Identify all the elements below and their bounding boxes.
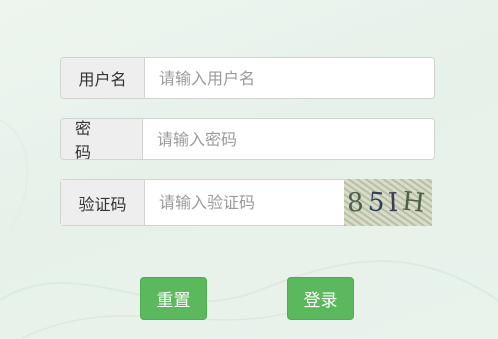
captcha-input[interactable] xyxy=(145,180,359,225)
captcha-char: H xyxy=(400,186,431,219)
username-input[interactable] xyxy=(145,58,434,98)
captcha-row: 验证码 xyxy=(60,179,359,226)
login-button[interactable]: 登录 xyxy=(287,277,354,320)
username-row: 用户名 xyxy=(60,57,435,99)
password-label: 密 码 xyxy=(61,119,143,159)
captcha-image[interactable]: 8 5 I H xyxy=(344,179,432,226)
password-row: 密 码 xyxy=(60,118,435,160)
captcha-char: 5 xyxy=(366,186,390,219)
reset-button[interactable]: 重置 xyxy=(140,277,207,320)
captcha-label: 验证码 xyxy=(61,180,145,225)
username-label: 用户名 xyxy=(61,58,145,98)
captcha-char: 8 xyxy=(345,186,369,219)
password-input[interactable] xyxy=(143,119,434,159)
